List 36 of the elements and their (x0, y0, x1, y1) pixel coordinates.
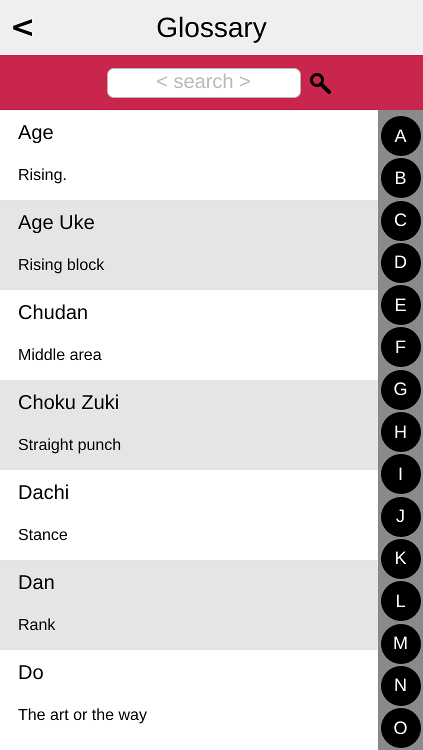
index-letter[interactable]: M (380, 624, 420, 664)
term-text: Dan (18, 572, 56, 595)
term-text: Chudan (18, 302, 90, 325)
index-letter[interactable]: F (380, 327, 420, 368)
glossary-row[interactable]: Age Uke Rising block (0, 200, 378, 290)
meaning-text: Straight punch (18, 437, 122, 455)
index-letter[interactable]: A (380, 116, 420, 156)
search-field[interactable]: < search > (106, 68, 300, 98)
index-letter[interactable]: C (380, 200, 420, 241)
term-text: Age Uke (18, 212, 96, 235)
index-letter[interactable]: J (380, 496, 420, 537)
back-button[interactable]: < (6, 10, 40, 45)
index-letter[interactable]: G (380, 370, 420, 410)
index-letter[interactable]: H (380, 412, 420, 452)
term-text: Dachi (18, 482, 70, 505)
term-text: Age (18, 122, 55, 145)
page-title: Glossary (156, 12, 267, 44)
meaning-text: Stance (18, 527, 69, 545)
meaning-text: Rising. (18, 167, 68, 185)
search-icon[interactable] (308, 72, 330, 94)
index-letter[interactable]: L (380, 581, 420, 622)
meaning-text: Rising block (18, 257, 106, 275)
index-letter[interactable]: B (380, 158, 420, 198)
glossary-row[interactable]: Choku Zuki Straight punch (0, 380, 378, 470)
index-letter[interactable]: E (380, 285, 420, 326)
term-text: Do (18, 662, 45, 685)
index-letter[interactable]: K (380, 538, 420, 579)
index-letter[interactable]: D (380, 242, 420, 283)
index-letter[interactable]: N (380, 666, 420, 706)
meaning-text: Rank (18, 617, 56, 635)
index-letter[interactable]: I (380, 454, 420, 494)
index-letter[interactable]: O (380, 708, 420, 748)
term-text: Choku Zuki (18, 392, 120, 415)
meaning-text: The art or the way (18, 707, 148, 725)
glossary-row[interactable]: Dan Rank (0, 560, 378, 650)
meaning-text: Middle area (18, 347, 103, 365)
